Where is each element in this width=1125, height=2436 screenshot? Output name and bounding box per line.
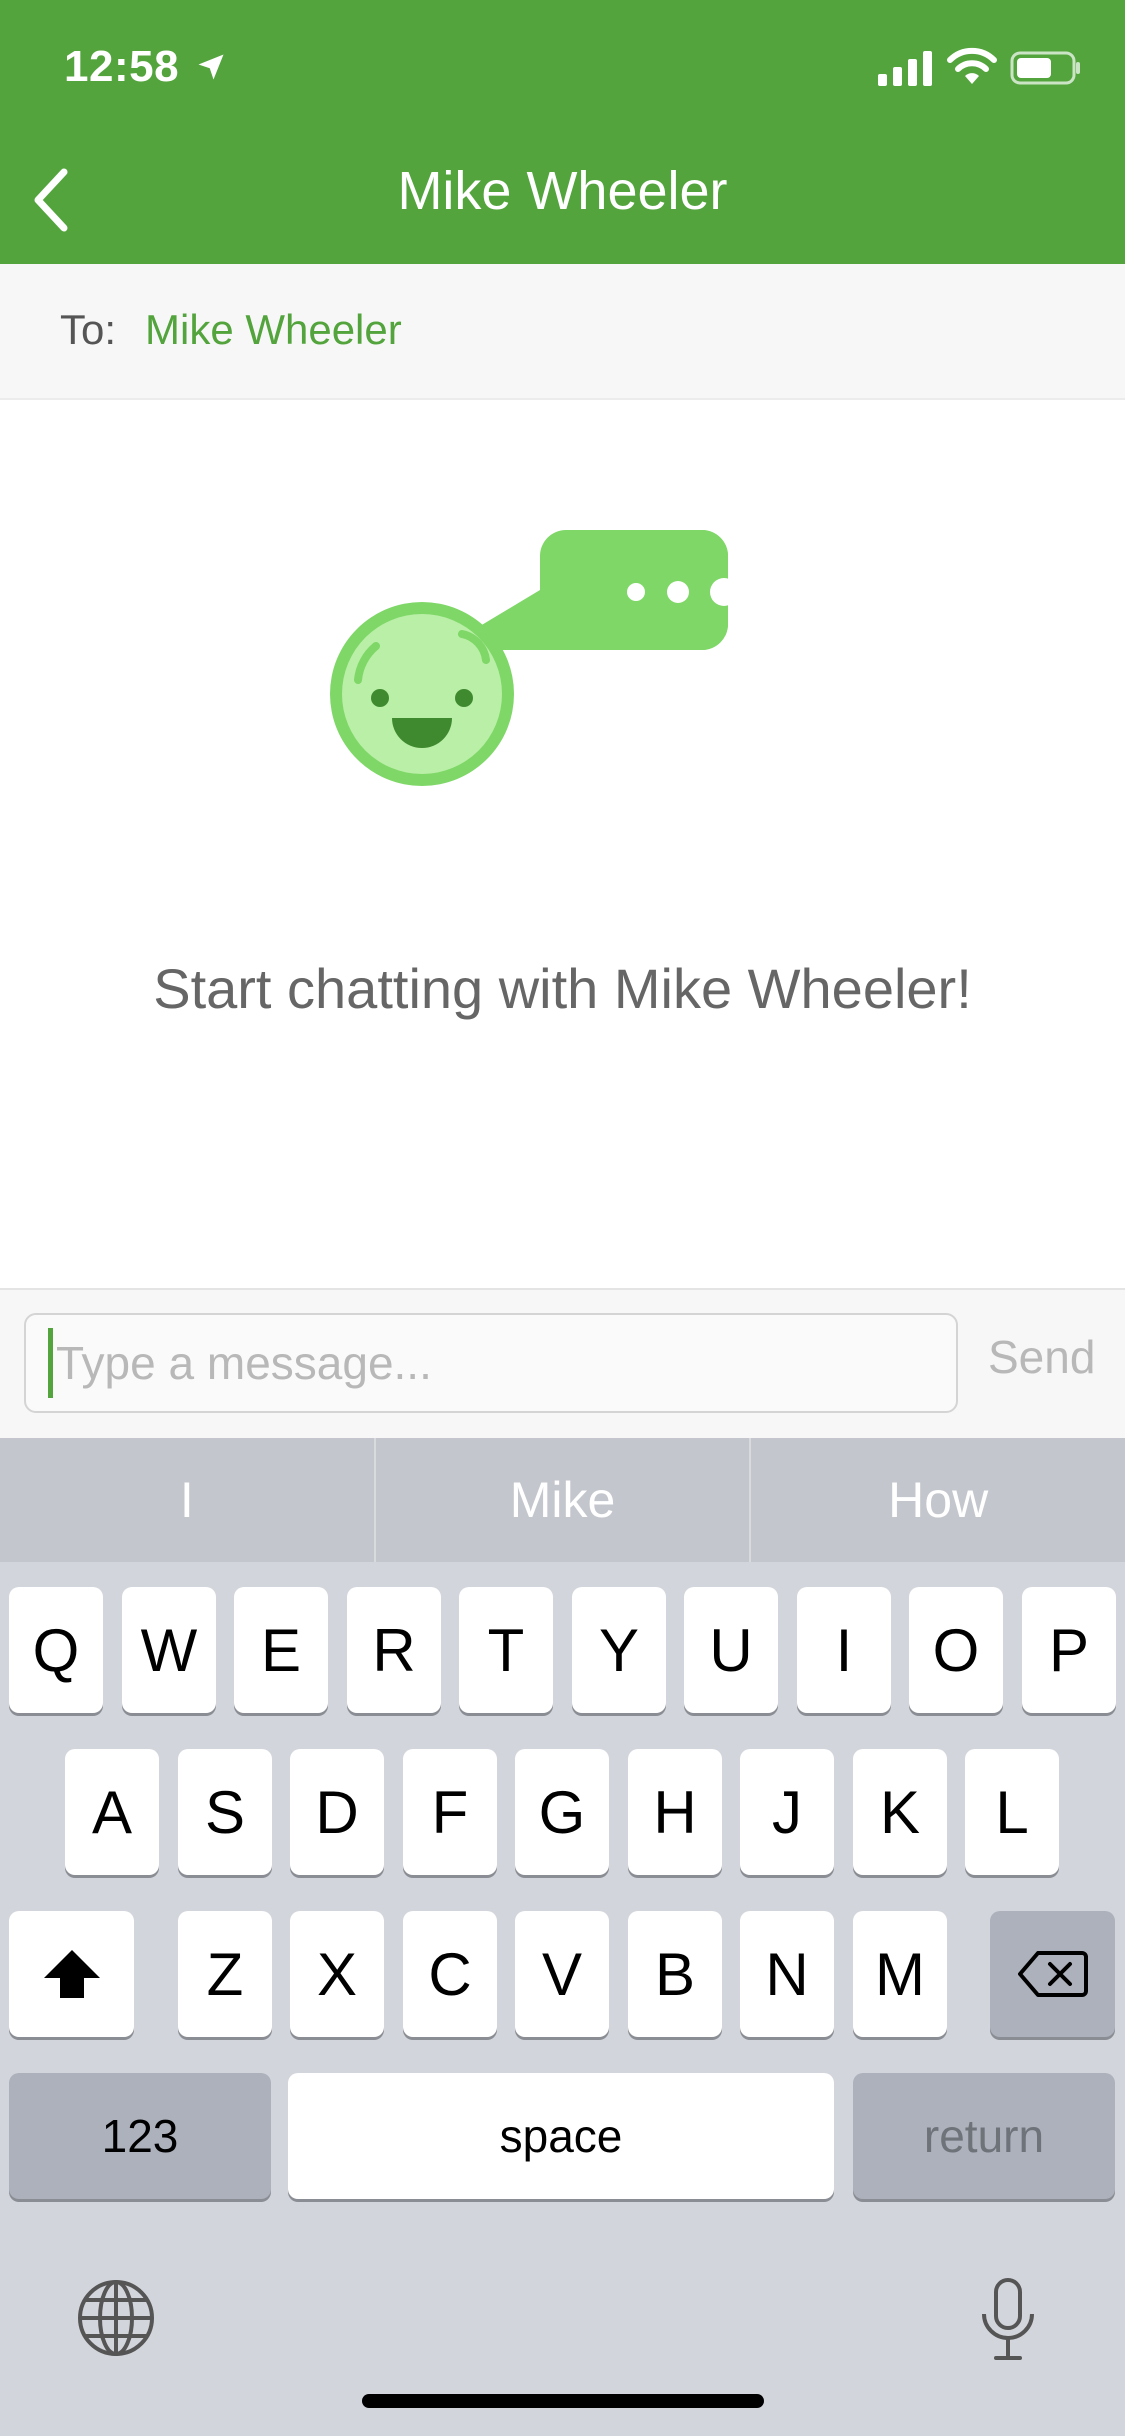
nav-header: 12:58 Mike Wheeler xyxy=(0,0,1125,264)
cellular-signal-icon xyxy=(878,51,932,86)
key-d[interactable]: D xyxy=(290,1749,384,1875)
smiley-face-icon xyxy=(330,602,514,786)
key-v[interactable]: V xyxy=(515,1911,609,2037)
key-c[interactable]: C xyxy=(403,1911,497,2037)
delete-icon xyxy=(1017,1951,1088,1997)
wifi-icon xyxy=(947,47,997,84)
suggestion-1[interactable]: I xyxy=(0,1438,374,1562)
key-e[interactable]: E xyxy=(234,1587,328,1713)
send-button[interactable]: Send xyxy=(988,1330,1095,1384)
key-h[interactable]: H xyxy=(628,1749,722,1875)
microphone-icon[interactable] xyxy=(980,2278,1036,2362)
keyboard-suggestions: I Mike How xyxy=(0,1438,1125,1562)
home-indicator xyxy=(362,2394,764,2408)
key-q[interactable]: Q xyxy=(9,1587,103,1713)
space-key[interactable]: space xyxy=(288,2073,834,2199)
empty-state-message: Start chatting with Mike Wheeler! xyxy=(153,957,972,1020)
status-time: 12:58 xyxy=(64,42,180,91)
text-caret xyxy=(48,1328,53,1398)
key-b[interactable]: B xyxy=(628,1911,722,2037)
suggestion-3[interactable]: How xyxy=(749,1438,1125,1562)
recipient-label: To: xyxy=(60,306,117,353)
key-n[interactable]: N xyxy=(740,1911,834,2037)
key-g[interactable]: G xyxy=(515,1749,609,1875)
suggestion-2[interactable]: Mike xyxy=(373,1438,750,1562)
key-f[interactable]: F xyxy=(403,1749,497,1875)
recipient-name[interactable]: Mike Wheeler xyxy=(145,306,402,354)
shift-icon xyxy=(43,1950,100,1998)
key-j[interactable]: J xyxy=(740,1749,834,1875)
key-u[interactable]: U xyxy=(684,1587,778,1713)
delete-key[interactable] xyxy=(990,1911,1115,2037)
battery-icon xyxy=(1010,51,1080,85)
key-t[interactable]: T xyxy=(459,1587,553,1713)
key-z[interactable]: Z xyxy=(178,1911,272,2037)
key-l[interactable]: L xyxy=(965,1749,1059,1875)
globe-icon[interactable] xyxy=(76,2278,156,2358)
key-w[interactable]: W xyxy=(122,1587,216,1713)
key-a[interactable]: A xyxy=(65,1749,159,1875)
shift-key[interactable] xyxy=(9,1911,134,2037)
location-arrow-icon xyxy=(198,54,224,80)
page-title: Mike Wheeler xyxy=(397,161,728,221)
key-k[interactable]: K xyxy=(853,1749,947,1875)
key-x[interactable]: X xyxy=(290,1911,384,2037)
return-key[interactable]: return xyxy=(853,2073,1115,2199)
key-m[interactable]: M xyxy=(853,1911,947,2037)
key-i[interactable]: I xyxy=(797,1587,891,1713)
message-input[interactable] xyxy=(24,1313,958,1413)
key-y[interactable]: Y xyxy=(572,1587,666,1713)
key-r[interactable]: R xyxy=(347,1587,441,1713)
key-p[interactable]: P xyxy=(1022,1587,1116,1713)
chat-illustration xyxy=(330,530,738,786)
numbers-key[interactable]: 123 xyxy=(9,2073,271,2199)
key-o[interactable]: O xyxy=(909,1587,1003,1713)
key-s[interactable]: S xyxy=(178,1749,272,1875)
